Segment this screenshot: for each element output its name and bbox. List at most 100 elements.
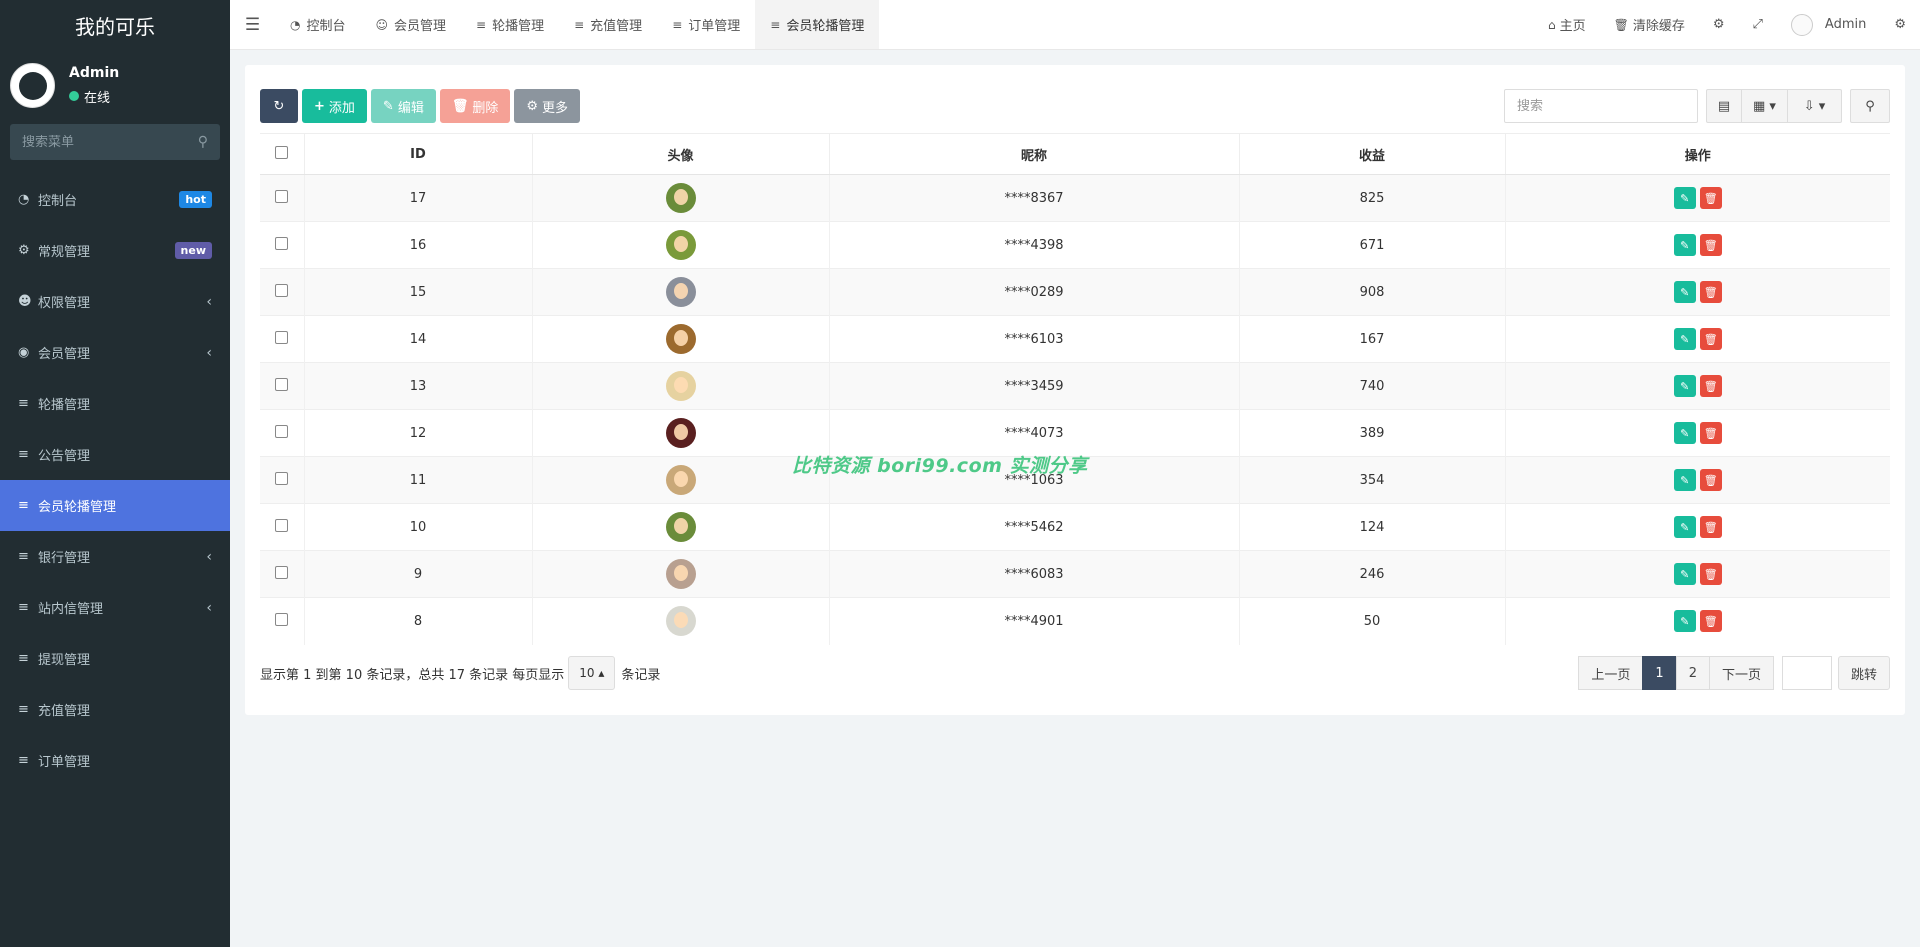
table-row[interactable]: 15 ****0289 908 ✎ 🗑 [260,268,1890,316]
member-avatar[interactable] [665,418,696,448]
table-search-input[interactable] [1504,89,1698,123]
row-delete-button[interactable]: 🗑 [1699,187,1722,209]
member-avatar[interactable] [665,465,696,495]
member-avatar[interactable] [665,606,696,637]
tab-2[interactable]: ≡ 轮播管理 [461,0,559,49]
row-edit-button[interactable]: ✎ [1673,187,1696,209]
row-delete-button[interactable]: 🗑 [1699,469,1722,491]
sidebar-item-2[interactable]: ☻ 权限管理 ‹ [0,276,230,327]
row-delete-button[interactable]: 🗑 [1699,375,1722,397]
table-row[interactable]: 16 ****4398 671 ✎ 🗑 [260,221,1890,269]
cell-actions: ✎ 🗑 [1505,362,1890,410]
translate-button[interactable]: ⚙ [1699,0,1739,50]
search-icon[interactable]: ⚲ [198,134,208,150]
toggle-view-button[interactable]: ▤ [1706,89,1742,123]
page-size-select[interactable]: 10 ▴ [568,656,616,690]
clear-cache-button[interactable]: 🗑 清除缓存 [1600,0,1699,50]
row-delete-button[interactable]: 🗑 [1699,281,1722,303]
row-delete-button[interactable]: 🗑 [1699,563,1722,585]
refresh-button[interactable]: ↻ [260,89,298,123]
cell-nickname: ****0289 [829,268,1240,316]
row-checkbox[interactable] [275,565,289,579]
sidebar-item-9[interactable]: ≡ 提现管理 [0,633,230,684]
sidebar-search-input[interactable] [22,134,172,150]
row-delete-button[interactable]: 🗑 [1699,516,1722,538]
sidebar-item-4[interactable]: ≡ 轮播管理 [0,378,230,429]
sidebar-item-8[interactable]: ≡ 站内信管理 ‹ [0,582,230,633]
row-edit-button[interactable]: ✎ [1673,469,1696,491]
fullscreen-button[interactable]: ⤢ [1739,0,1777,50]
row-edit-button[interactable]: ✎ [1673,516,1696,538]
row-delete-button[interactable]: 🗑 [1699,234,1722,256]
next-page-button[interactable]: 下一页 [1708,656,1774,690]
table-row[interactable]: 10 ****5462 124 ✎ 🗑 [260,503,1890,551]
row-delete-button[interactable]: 🗑 [1699,328,1722,350]
admin-menu[interactable]: Admin [1777,0,1880,50]
sidebar-item-6[interactable]: ≡ 会员轮播管理 [0,480,230,531]
row-delete-button[interactable]: 🗑 [1699,422,1722,444]
page-1-button[interactable]: 1 [1642,656,1677,690]
member-avatar[interactable] [665,371,696,401]
brand-title[interactable]: 我的可乐 [0,0,230,50]
row-edit-button[interactable]: ✎ [1673,610,1696,633]
table-row[interactable]: 12 ****4073 389 ✎ 🗑 [260,409,1890,457]
member-avatar[interactable] [665,230,696,260]
member-avatar[interactable] [665,277,696,307]
sidebar-toggle-icon[interactable]: ☰ [230,0,275,49]
export-button[interactable]: ⇩ ▾ [1788,89,1842,123]
sidebar-item-5[interactable]: ≡ 公告管理 [0,429,230,480]
row-checkbox[interactable] [275,330,289,344]
page-2-button[interactable]: 2 [1675,656,1710,690]
table-row[interactable]: 14 ****6103 167 ✎ 🗑 [260,315,1890,363]
tab-3[interactable]: ≡ 充值管理 [559,0,657,49]
row-checkbox[interactable] [275,471,289,485]
add-button[interactable]: + 添加 [302,89,367,123]
sidebar-item-3[interactable]: ◉ 会员管理 ‹ [0,327,230,378]
columns-button[interactable]: ▦ ▾ [1742,89,1788,123]
col-header-nickname[interactable]: 昵称 [829,133,1240,175]
tab-1[interactable]: ☺ 会员管理 [361,0,462,49]
table-row[interactable]: 9 ****6083 246 ✎ 🗑 [260,550,1890,598]
home-link[interactable]: ⌂ 主页 [1534,0,1600,50]
row-edit-button[interactable]: ✎ [1673,328,1696,350]
member-avatar[interactable] [665,183,696,213]
row-checkbox[interactable] [275,189,289,203]
row-checkbox[interactable] [275,283,289,297]
member-avatar[interactable] [665,324,696,354]
row-delete-button[interactable]: 🗑 [1699,610,1722,633]
row-checkbox[interactable] [275,377,289,391]
sidebar-item-10[interactable]: ≡ 充值管理 [0,684,230,735]
more-button[interactable]: ⚙ 更多 [514,89,581,123]
member-avatar[interactable] [665,559,696,589]
settings-button[interactable]: ⚙ [1880,0,1920,50]
advanced-search-button[interactable]: ⚲ [1850,89,1890,123]
sidebar-item-0[interactable]: ◔ 控制台 hot [0,174,230,225]
tab-4[interactable]: ≡ 订单管理 [657,0,755,49]
table-row[interactable]: 8 ****4901 50 ✎ 🗑 [260,597,1890,645]
col-header-id[interactable]: ID [304,133,533,175]
table-row[interactable]: 17 ****8367 825 ✎ 🗑 [260,174,1890,222]
table-row[interactable]: 13 ****3459 740 ✎ 🗑 [260,362,1890,410]
jump-page-input[interactable] [1781,656,1832,690]
jump-button[interactable]: 跳转 [1837,656,1890,690]
tab-0[interactable]: ◔ 控制台 [275,0,361,49]
member-avatar[interactable] [665,512,696,542]
select-all-checkbox[interactable] [275,145,289,159]
row-edit-button[interactable]: ✎ [1673,422,1696,444]
row-edit-button[interactable]: ✎ [1673,375,1696,397]
col-header-income[interactable]: 收益 [1239,133,1506,175]
row-checkbox[interactable] [275,518,289,532]
row-edit-button[interactable]: ✎ [1673,234,1696,256]
row-checkbox[interactable] [275,236,289,250]
delete-button[interactable]: 🗑 删除 [439,89,511,123]
row-checkbox[interactable] [275,612,289,626]
row-edit-button[interactable]: ✎ [1673,281,1696,303]
sidebar-item-7[interactable]: ≡ 银行管理 ‹ [0,531,230,582]
sidebar-item-11[interactable]: ≡ 订单管理 [0,735,230,786]
prev-page-button[interactable]: 上一页 [1578,656,1644,690]
sidebar-item-1[interactable]: ⚙ 常规管理 new [0,225,230,276]
row-checkbox[interactable] [275,424,289,438]
tab-5[interactable]: ≡ 会员轮播管理 [755,0,880,49]
edit-button[interactable]: ✎ 编辑 [370,89,436,123]
row-edit-button[interactable]: ✎ [1673,563,1696,585]
